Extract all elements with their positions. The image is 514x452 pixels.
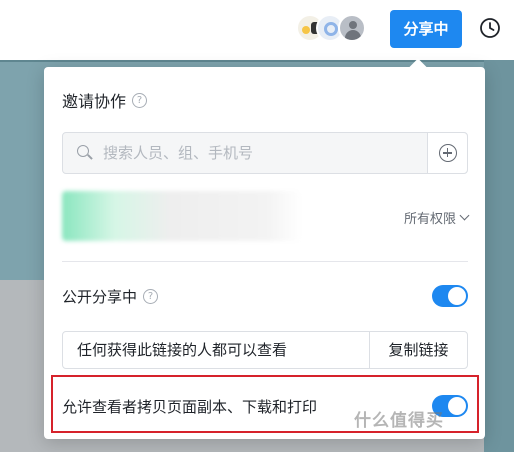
plus-circle-icon [438, 144, 457, 162]
blurred-member-info [62, 191, 302, 241]
public-share-toggle[interactable] [432, 285, 468, 307]
history-clock-icon[interactable] [478, 16, 502, 40]
member-row: 所有权限 [62, 191, 470, 241]
panel-title: 邀请协作 [62, 92, 127, 111]
share-link-box: 任何获得此链接的人都可以查看 复制链接 [62, 331, 468, 369]
link-permission-text[interactable]: 任何获得此链接的人都可以查看 [63, 332, 369, 368]
public-share-label: 公开分享中 [62, 287, 138, 306]
help-icon[interactable]: ? [143, 288, 159, 304]
chevron-down-icon [459, 210, 470, 221]
share-button[interactable]: 分享中 [390, 10, 462, 48]
collaborator-avatars[interactable] [296, 14, 376, 44]
search-icon [77, 145, 93, 161]
help-icon[interactable]: ? [132, 92, 148, 108]
permission-label: 所有权限 [403, 212, 456, 227]
public-share-row: 公开分享中 ? [62, 283, 468, 309]
invite-header: 邀请协作 ? [62, 89, 148, 111]
add-member-button[interactable] [427, 133, 467, 173]
search-input[interactable] [103, 144, 403, 162]
avatar[interactable] [338, 14, 366, 42]
permission-dropdown[interactable]: 所有权限 [403, 208, 470, 227]
search-box [62, 132, 468, 174]
divider [62, 261, 468, 262]
copy-link-button[interactable]: 复制链接 [369, 332, 467, 368]
watermark: 什么值得买 [354, 411, 444, 431]
top-bar: 分享中 [0, 0, 514, 60]
